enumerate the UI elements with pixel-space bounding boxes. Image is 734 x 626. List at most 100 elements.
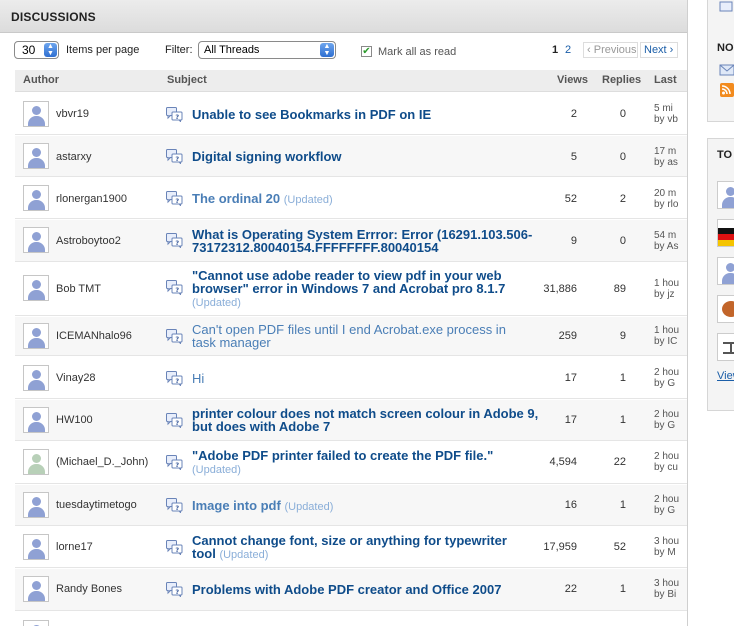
- last-post-by: by G: [654, 420, 676, 431]
- thread-subject[interactable]: "Cannot use adobe reader to view pdf in …: [192, 269, 532, 310]
- thread-subject[interactable]: Problems with Adobe PDF creator and Offi…: [192, 583, 552, 596]
- thread-author[interactable]: HW100: [56, 414, 93, 426]
- thread-title[interactable]: Hi: [192, 371, 204, 386]
- user-avatar-icon[interactable]: [717, 333, 734, 361]
- thread-last-post[interactable]: 2 hou by G: [654, 494, 687, 516]
- thread-last-post[interactable]: 3 hou by M: [654, 536, 687, 558]
- user-avatar-icon[interactable]: [23, 101, 49, 127]
- next-label: Next: [644, 44, 667, 56]
- last-post-time: 2 hou: [654, 409, 680, 420]
- column-replies[interactable]: Replies: [602, 74, 641, 86]
- thread-author[interactable]: lorne17: [56, 541, 93, 553]
- thread-title[interactable]: Digital signing workflow: [192, 149, 342, 164]
- thread-icon: [166, 233, 183, 248]
- mark-all-read-label[interactable]: Mark all as read: [378, 46, 456, 58]
- thread-last-post[interactable]: 17 m by as: [654, 146, 687, 168]
- thread-author[interactable]: tuesdaytimetogo: [56, 499, 137, 511]
- items-per-page-select[interactable]: 30 ▲ ▼: [14, 41, 59, 59]
- updated-label: (Updated): [192, 297, 241, 309]
- thread-last-post[interactable]: 54 m by As: [654, 230, 687, 252]
- thread-row: (Michael_D._John) "Adobe PDF printer fai…: [15, 442, 687, 484]
- thread-title[interactable]: printer colour does not match screen col…: [192, 406, 538, 434]
- thread-last-post[interactable]: 3 hou by Bi: [654, 578, 687, 600]
- thread-icon: [166, 455, 183, 470]
- user-avatar-icon[interactable]: [23, 576, 49, 602]
- thread-last-post[interactable]: 1 hou by jz: [654, 278, 687, 300]
- user-avatar-icon[interactable]: [23, 620, 49, 626]
- thread-icon: [166, 582, 183, 597]
- thread-author[interactable]: (Michael_D._John): [56, 456, 148, 468]
- thread-subject[interactable]: What is Operating System Errror: Error (…: [192, 228, 562, 254]
- thread-author[interactable]: Vinay28: [56, 372, 96, 384]
- rss-icon[interactable]: [719, 83, 734, 97]
- thread-author[interactable]: rlonergan1900: [56, 193, 127, 205]
- last-post-by: by as: [654, 157, 678, 168]
- thread-subject[interactable]: Can't open PDF files until I end Acrobat…: [192, 323, 532, 349]
- thread-title[interactable]: "Cannot use adobe reader to view pdf in …: [192, 268, 505, 296]
- user-avatar-icon[interactable]: [717, 295, 734, 323]
- thread-last-post[interactable]: 2 hou by cu: [654, 451, 687, 473]
- mark-all-read-checkbox[interactable]: ✔: [361, 46, 372, 57]
- thread-subject[interactable]: Unable to see Bookmarks in PDF on IE: [192, 108, 552, 121]
- thread-author[interactable]: astarxy: [56, 151, 91, 163]
- page-link-2[interactable]: 2: [565, 44, 571, 56]
- thread-author[interactable]: Randy Bones: [56, 583, 122, 595]
- thread-subject[interactable]: printer colour does not match screen col…: [192, 407, 542, 433]
- thread-title[interactable]: Unable to see Bookmarks in PDF on IE: [192, 107, 431, 122]
- previous-button[interactable]: ‹ Previous: [583, 42, 638, 58]
- thread-author[interactable]: ICEMANhalo96: [56, 330, 132, 342]
- page-link-1[interactable]: 1: [552, 44, 558, 56]
- user-avatar-icon[interactable]: [23, 492, 49, 518]
- thread-subject[interactable]: Cannot change font, size or anything for…: [192, 534, 532, 562]
- user-avatar-icon[interactable]: [23, 227, 49, 253]
- envelope-icon[interactable]: [719, 63, 734, 77]
- previous-label: Previous: [593, 44, 637, 56]
- last-post-time: 54 m: [654, 230, 677, 241]
- next-button[interactable]: Next ›: [640, 42, 678, 58]
- user-avatar-icon[interactable]: [23, 143, 49, 169]
- thread-subject[interactable]: The ordinal 20 (Updated): [192, 192, 552, 207]
- user-avatar-icon[interactable]: [717, 219, 734, 247]
- thread-title[interactable]: Problems with Adobe PDF creator and Offi…: [192, 582, 501, 597]
- thread-subject[interactable]: Image into pdf (Updated): [192, 499, 552, 514]
- user-avatar-icon[interactable]: [23, 275, 49, 301]
- thread-author[interactable]: Bob TMT: [56, 283, 101, 295]
- last-post-by: by cu: [654, 462, 678, 473]
- thread-title[interactable]: Can't open PDF files until I end Acrobat…: [192, 322, 506, 350]
- thread-subject[interactable]: "Adobe PDF printer failed to create the …: [192, 449, 542, 477]
- thread-title[interactable]: Image into pdf: [192, 498, 281, 513]
- user-avatar-icon[interactable]: [23, 449, 49, 475]
- user-avatar-icon[interactable]: [23, 365, 49, 391]
- thread-title[interactable]: The ordinal 20: [192, 191, 280, 206]
- column-views[interactable]: Views: [557, 74, 588, 86]
- thread-views: 259: [558, 330, 577, 342]
- thread-last-post[interactable]: 5 mi by vb: [654, 103, 687, 125]
- thread-author[interactable]: vbvr19: [56, 108, 89, 120]
- last-post-by: by As: [654, 241, 679, 252]
- thread-views: 52: [564, 193, 577, 205]
- user-avatar-icon[interactable]: [717, 257, 734, 285]
- user-avatar-icon[interactable]: [23, 185, 49, 211]
- thread-icon: [166, 540, 183, 555]
- thread-replies: 52: [613, 541, 626, 553]
- thread-title[interactable]: What is Operating System Errror: Error (…: [192, 227, 532, 255]
- thread-last-post[interactable]: 2 hou by G: [654, 409, 687, 431]
- column-subject[interactable]: Subject: [167, 74, 207, 86]
- view-all-link[interactable]: View: [717, 370, 734, 382]
- thread-subject[interactable]: Hi: [192, 372, 552, 385]
- user-avatar-icon[interactable]: [23, 407, 49, 433]
- user-avatar-icon[interactable]: [23, 323, 49, 349]
- user-avatar-icon[interactable]: [23, 534, 49, 560]
- thread-last-post[interactable]: 2 hou by G: [654, 367, 687, 389]
- thread-views: 4,594: [549, 456, 577, 468]
- filter-select[interactable]: All Threads ▲ ▼: [198, 41, 336, 59]
- thread-row: Astroboytoo2 What is Operating System Er…: [15, 220, 687, 262]
- thread-last-post[interactable]: 1 hou by IC: [654, 325, 687, 347]
- user-avatar-icon[interactable]: [717, 181, 734, 209]
- thread-title[interactable]: "Adobe PDF printer failed to create the …: [192, 448, 493, 463]
- thread-last-post[interactable]: 20 m by rlo: [654, 188, 687, 210]
- column-author[interactable]: Author: [23, 74, 59, 86]
- thread-subject[interactable]: Digital signing workflow: [192, 150, 552, 163]
- thread-author[interactable]: Astroboytoo2: [56, 235, 121, 247]
- column-last[interactable]: Last: [654, 74, 677, 86]
